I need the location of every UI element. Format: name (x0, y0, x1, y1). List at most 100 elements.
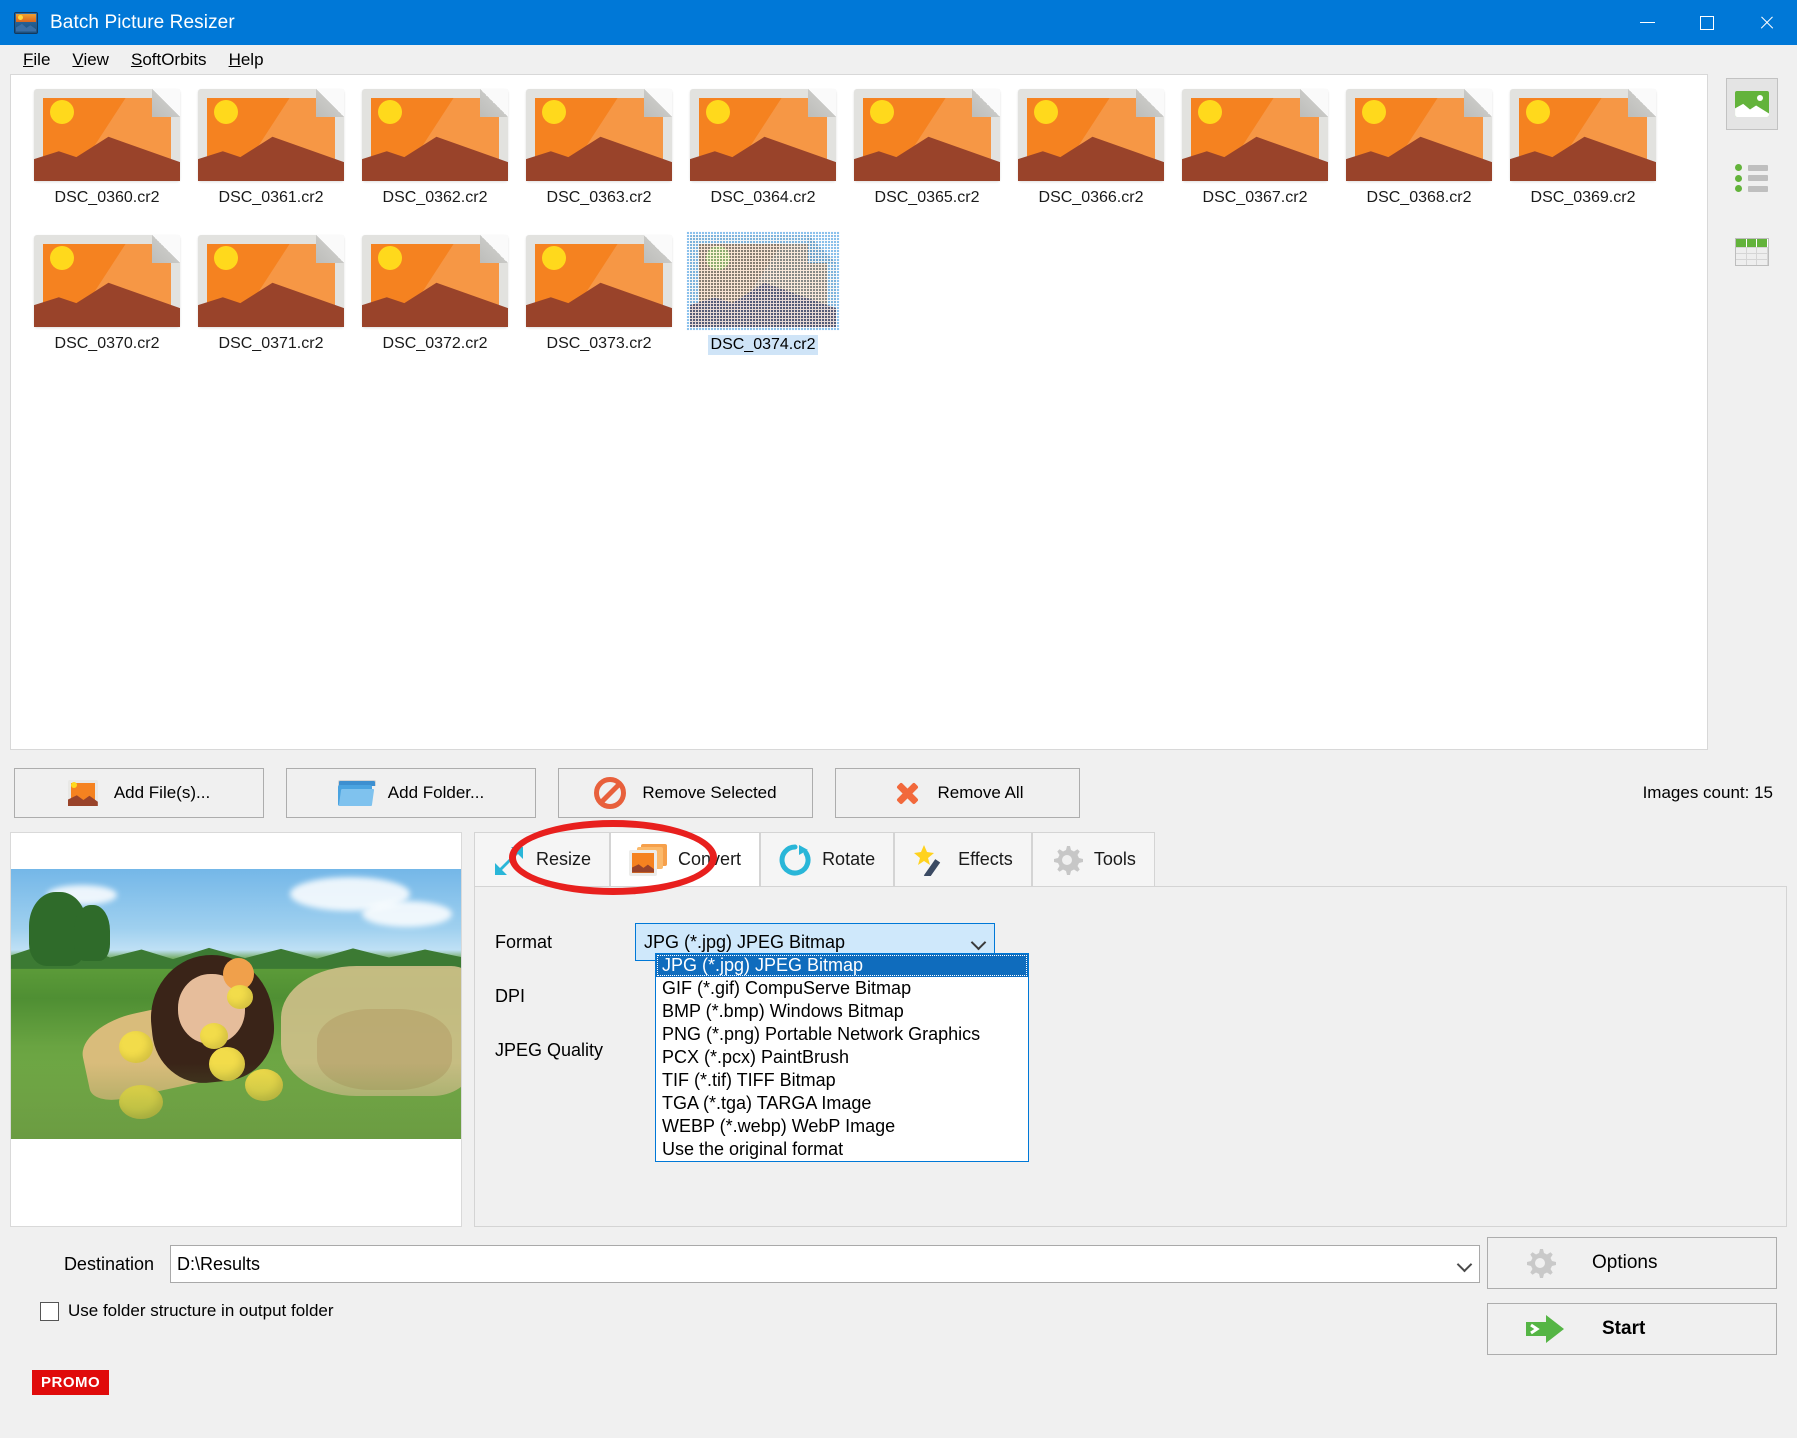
options-label: Options (1592, 1252, 1657, 1274)
folder-icon (338, 780, 372, 806)
format-option[interactable]: TGA (*.tga) TARGA Image (656, 1092, 1028, 1115)
format-option[interactable]: PCX (*.pcx) PaintBrush (656, 1046, 1028, 1069)
minimize-icon (1640, 22, 1655, 23)
format-option[interactable]: TIF (*.tif) TIFF Bitmap (656, 1069, 1028, 1092)
image-placeholder-icon (362, 235, 508, 327)
thumbnail-item[interactable]: DSC_0373.cr2 (517, 235, 681, 367)
thumbnail-item[interactable]: DSC_0364.cr2 (681, 89, 845, 221)
thumbnail-item[interactable]: DSC_0369.cr2 (1501, 89, 1665, 221)
tab-convert-label: Convert (678, 849, 741, 870)
gear-icon (1051, 844, 1083, 876)
resize-arrows-icon (493, 845, 525, 875)
thumbnail-item[interactable]: DSC_0366.cr2 (1009, 89, 1173, 221)
promo-badge[interactable]: PROMO (32, 1370, 109, 1395)
tab-strip: Resize Convert (474, 832, 1787, 886)
image-placeholder-icon (362, 89, 508, 181)
list-view-button[interactable] (1726, 152, 1778, 204)
thumbnail-item[interactable]: DSC_0374.cr2 (681, 235, 845, 367)
format-selected-value: JPG (*.jpg) JPEG Bitmap (644, 932, 845, 953)
thumbnail-item[interactable]: DSC_0361.cr2 (189, 89, 353, 221)
add-files-button[interactable]: Add File(s)... (14, 768, 264, 818)
add-files-label: Add File(s)... (114, 783, 210, 803)
image-placeholder-icon (34, 235, 180, 327)
tab-resize-label: Resize (536, 849, 591, 870)
thumbnail-label: DSC_0371.cr2 (219, 335, 324, 353)
format-option[interactable]: Use the original format (656, 1138, 1028, 1161)
add-folder-label: Add Folder... (388, 783, 484, 803)
no-entry-icon (594, 777, 626, 809)
thumbnail-label: DSC_0369.cr2 (1531, 189, 1636, 207)
file-thumbnail-panel[interactable]: DSC_0360.cr2DSC_0361.cr2DSC_0362.cr2DSC_… (10, 74, 1708, 750)
maximize-button[interactable] (1677, 0, 1737, 45)
tab-rotate[interactable]: Rotate (760, 832, 894, 886)
thumbnail-label: DSC_0361.cr2 (219, 189, 324, 207)
table-view-icon (1735, 238, 1769, 266)
tab-tools-label: Tools (1094, 849, 1136, 870)
format-dropdown-list[interactable]: JPG (*.jpg) JPEG BitmapGIF (*.gif) Compu… (655, 953, 1029, 1162)
menu-help[interactable]: Help (218, 47, 275, 73)
close-button[interactable] (1737, 0, 1797, 45)
add-folder-button[interactable]: Add Folder... (286, 768, 536, 818)
format-option[interactable]: GIF (*.gif) CompuServe Bitmap (656, 977, 1028, 1000)
image-placeholder-icon (854, 89, 1000, 181)
start-label: Start (1602, 1318, 1645, 1340)
folder-structure-checkbox[interactable] (40, 1302, 59, 1321)
options-button[interactable]: Options (1487, 1237, 1777, 1289)
menu-softorbits[interactable]: SoftOrbits (120, 47, 218, 73)
thumbnail-view-button[interactable] (1726, 78, 1778, 130)
convert-images-icon (629, 844, 667, 876)
destination-input[interactable]: D:\Results (170, 1245, 1480, 1283)
remove-all-button[interactable]: Remove All (835, 768, 1080, 818)
view-mode-rail (1717, 74, 1787, 750)
start-button[interactable]: Start (1487, 1303, 1777, 1355)
maximize-icon (1700, 16, 1714, 30)
format-option[interactable]: PNG (*.png) Portable Network Graphics (656, 1023, 1028, 1046)
image-placeholder-icon (526, 89, 672, 181)
tab-effects[interactable]: Effects (894, 832, 1032, 886)
thumbnail-item[interactable]: DSC_0371.cr2 (189, 235, 353, 367)
preview-photo (11, 869, 461, 1139)
cross-icon (892, 778, 922, 808)
thumbnail-label: DSC_0370.cr2 (55, 335, 160, 353)
thumbnail-label: DSC_0368.cr2 (1367, 189, 1472, 207)
thumbnail-label: DSC_0360.cr2 (55, 189, 160, 207)
thumbnail-item[interactable]: DSC_0365.cr2 (845, 89, 1009, 221)
tab-resize[interactable]: Resize (474, 832, 610, 886)
tab-tools[interactable]: Tools (1032, 832, 1155, 886)
thumbnail-label: DSC_0365.cr2 (875, 189, 980, 207)
menu-bar: File View SoftOrbits Help (0, 45, 1797, 74)
thumbnail-item[interactable]: DSC_0372.cr2 (353, 235, 517, 367)
format-option[interactable]: JPG (*.jpg) JPEG Bitmap (656, 954, 1028, 977)
table-view-button[interactable] (1726, 226, 1778, 278)
lower-section: Resize Convert (10, 832, 1787, 1227)
minimize-button[interactable] (1617, 0, 1677, 45)
menu-view[interactable]: View (61, 47, 120, 73)
app-image-icon (14, 12, 38, 34)
thumbnail-label: DSC_0364.cr2 (711, 189, 816, 207)
thumbnail-item[interactable]: DSC_0367.cr2 (1173, 89, 1337, 221)
remove-selected-button[interactable]: Remove Selected (558, 768, 813, 818)
thumbnail-grid: DSC_0360.cr2DSC_0361.cr2DSC_0362.cr2DSC_… (25, 89, 1697, 381)
image-placeholder-icon (1018, 89, 1164, 181)
rotate-icon (779, 844, 811, 876)
thumbnail-label: DSC_0367.cr2 (1203, 189, 1308, 207)
destination-label: Destination (20, 1254, 170, 1275)
convert-tab-panel: Format JPG (*.jpg) JPEG Bitmap DPI (474, 886, 1787, 1227)
image-placeholder-icon (34, 89, 180, 181)
thumbnail-label: DSC_0363.cr2 (547, 189, 652, 207)
thumbnail-item[interactable]: DSC_0362.cr2 (353, 89, 517, 221)
thumbnail-item[interactable]: DSC_0368.cr2 (1337, 89, 1501, 221)
thumbnail-item[interactable]: DSC_0360.cr2 (25, 89, 189, 221)
remove-selected-label: Remove Selected (642, 783, 776, 803)
format-option[interactable]: WEBP (*.webp) WebP Image (656, 1115, 1028, 1138)
application-window: Batch Picture Resizer File View SoftOrbi… (0, 0, 1797, 1438)
thumbnail-item[interactable]: DSC_0370.cr2 (25, 235, 189, 367)
start-arrow-icon (1524, 1313, 1566, 1345)
image-placeholder-icon (1510, 89, 1656, 181)
format-option[interactable]: BMP (*.bmp) Windows Bitmap (656, 1000, 1028, 1023)
chevron-down-icon (972, 935, 986, 949)
tab-convert[interactable]: Convert (610, 832, 760, 886)
thumbnail-item[interactable]: DSC_0363.cr2 (517, 89, 681, 221)
menu-file[interactable]: File (12, 47, 61, 73)
destination-value: D:\Results (177, 1254, 1457, 1275)
